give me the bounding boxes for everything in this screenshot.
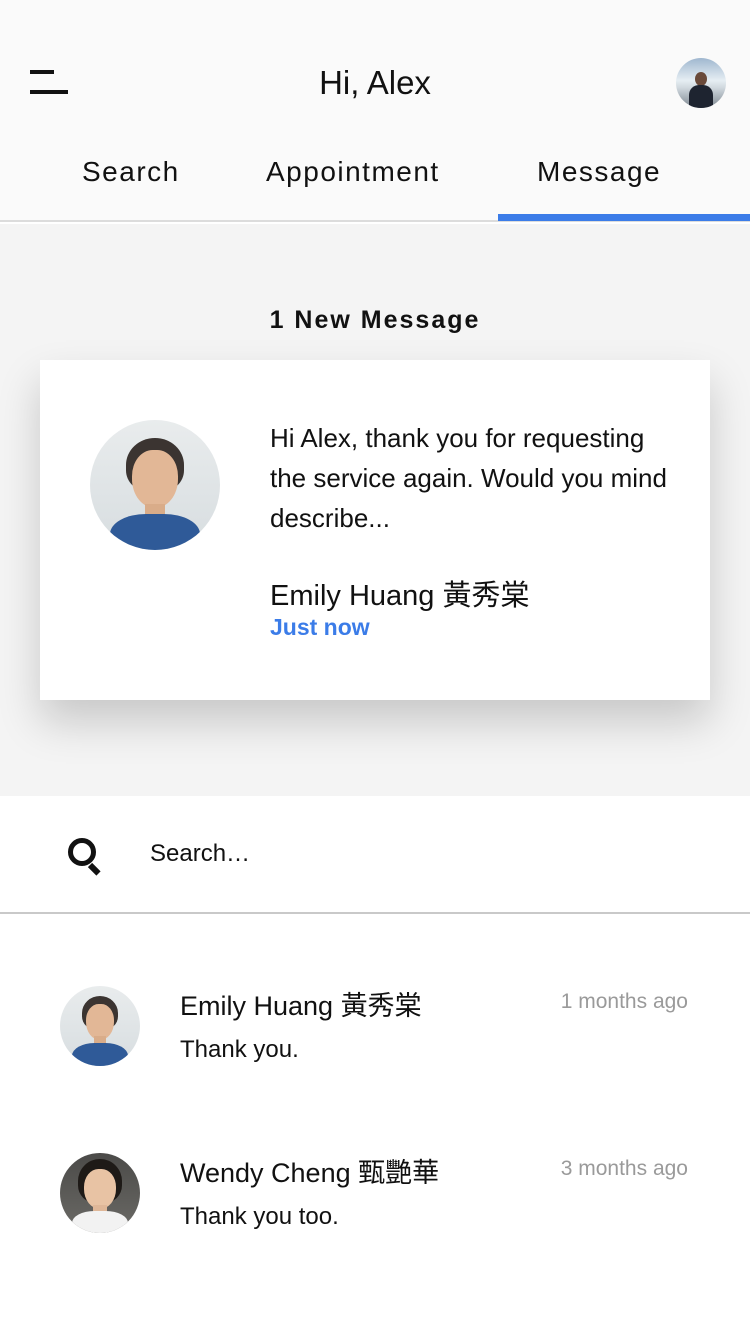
message-time: Just now xyxy=(270,614,370,640)
greeting-title: Hi, Alex xyxy=(319,64,431,101)
search-icon[interactable] xyxy=(68,838,104,876)
search-input[interactable] xyxy=(150,834,690,874)
tab-search[interactable]: Search xyxy=(82,156,180,188)
conversation-item[interactable]: Wendy Cheng 甄艷華 3 months ago Thank you t… xyxy=(0,1083,750,1250)
message-preview: Hi Alex, thank you for requesting the se… xyxy=(270,423,667,533)
message-timestamp: 1 months ago xyxy=(560,990,688,1013)
tab-bar: Search Appointment Message xyxy=(0,150,750,222)
new-message-count: 1 New Message xyxy=(269,306,481,334)
new-message-card[interactable]: Hi Alex, thank you for requesting the se… xyxy=(40,360,710,700)
active-tab-indicator xyxy=(498,214,750,221)
message-timestamp: 3 months ago xyxy=(560,1157,688,1180)
contact-avatar xyxy=(60,1153,140,1233)
app-header: Hi, Alex Search Appointment Message xyxy=(0,0,750,222)
tab-appointment[interactable]: Appointment xyxy=(266,156,440,188)
search-bar xyxy=(0,796,750,914)
tab-message[interactable]: Message xyxy=(537,156,661,188)
contact-name: Emily Huang 黃秀棠 xyxy=(180,991,422,1021)
sender-name: Emily Huang 黃秀棠 xyxy=(270,580,530,612)
conversation-item[interactable]: Emily Huang 黃秀棠 1 months ago Thank you. xyxy=(0,916,750,1083)
contact-name: Wendy Cheng 甄艷華 xyxy=(180,1158,440,1188)
user-avatar[interactable] xyxy=(676,58,726,108)
conversation-list: Emily Huang 黃秀棠 1 months ago Thank you. … xyxy=(0,916,750,1250)
new-message-section: 1 New Message Hi Alex, thank you for req… xyxy=(0,224,750,796)
message-preview: Thank you too. xyxy=(180,1203,339,1230)
message-preview: Thank you. xyxy=(180,1036,299,1063)
sender-avatar xyxy=(90,420,220,550)
contact-avatar xyxy=(60,986,140,1066)
